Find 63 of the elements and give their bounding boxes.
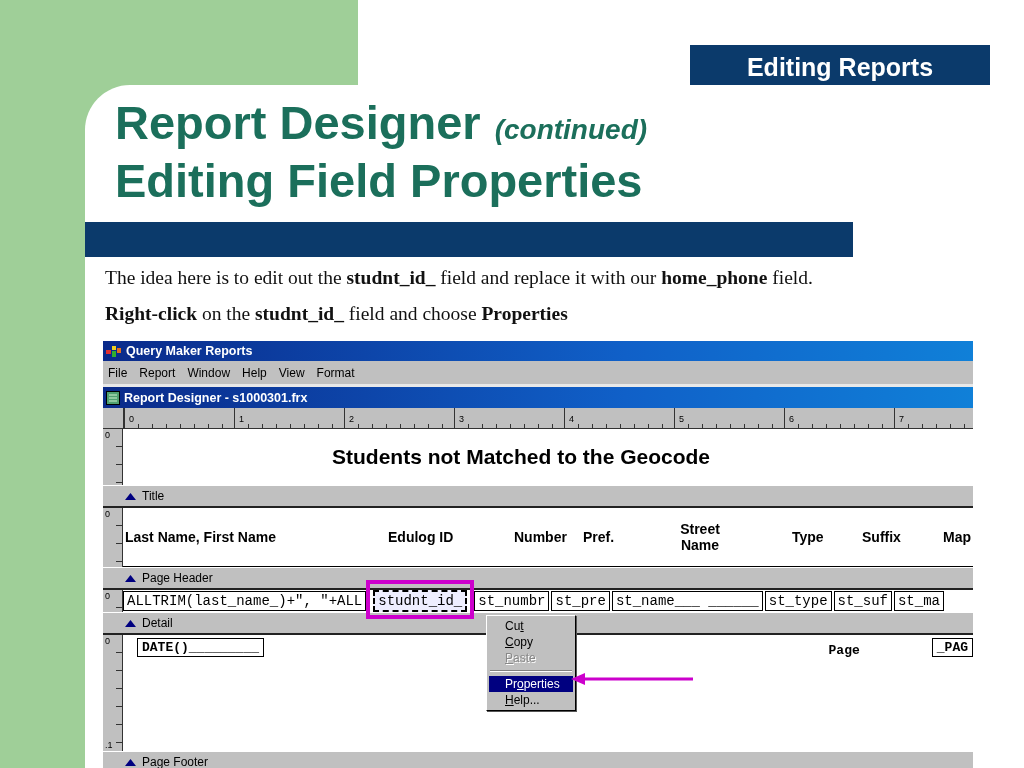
- report-field[interactable]: ALLTRIM(last_name_)+", "+ALL: [123, 591, 367, 611]
- report-field[interactable]: st_type: [764, 591, 832, 611]
- ruler-number: 0: [104, 429, 111, 441]
- column-label: Type: [792, 529, 825, 545]
- window-title: Report Designer - s1000301.frx: [124, 390, 308, 405]
- ruler-number: 1: [239, 414, 244, 424]
- ruler-number: 2: [349, 414, 354, 424]
- triangle-icon[interactable]: [125, 492, 136, 500]
- window-title: Query Maker Reports: [126, 344, 253, 358]
- report-field[interactable]: st_numbr: [474, 591, 550, 611]
- ruler-number: 5: [679, 414, 684, 424]
- ruler-number: 0: [104, 590, 111, 602]
- ruler-number: 0: [104, 635, 111, 647]
- triangle-icon[interactable]: [125, 574, 136, 582]
- app-icon: [106, 345, 122, 357]
- report-label: Page: [828, 643, 860, 658]
- ruler-number: .1: [104, 739, 114, 751]
- slide-subtitle: Editing Field Properties: [115, 155, 643, 206]
- column-label: Last Name, First Name: [125, 529, 277, 545]
- triangle-icon[interactable]: [125, 758, 136, 766]
- report-field[interactable]: _PAG: [931, 638, 973, 657]
- band-label: Title: [142, 489, 165, 503]
- report-field[interactable]: st_name___ ______: [611, 591, 763, 611]
- menu-item[interactable]: Format: [316, 365, 355, 380]
- band-bar[interactable]: Title: [103, 485, 973, 508]
- instruction-text: Right-click on the studnt_id_ field and choose Properties: [105, 303, 568, 324]
- band-label: Detail: [142, 616, 173, 630]
- report-field[interactable]: DATE()_________: [137, 638, 265, 657]
- ruler-number: 4: [569, 414, 574, 424]
- menu-item[interactable]: File: [108, 365, 128, 380]
- ruler-number: 0: [129, 414, 134, 424]
- band-bar[interactable]: Page Footer: [103, 751, 973, 768]
- column-label: Pref.: [583, 529, 616, 545]
- band-bar[interactable]: Page Header: [103, 567, 973, 590]
- context-menu-item[interactable]: Properties: [489, 676, 573, 692]
- report-field[interactable]: st_ma: [893, 591, 944, 611]
- menu-item[interactable]: Help: [242, 365, 267, 380]
- title-note: (continued): [494, 113, 648, 147]
- column-label: Map: [943, 529, 972, 545]
- report-field[interactable]: st_suf: [833, 591, 892, 611]
- menu-item[interactable]: Report: [139, 365, 176, 380]
- context-menu-item[interactable]: Copy: [489, 634, 573, 650]
- band-label: Page Footer: [142, 755, 209, 768]
- report-field[interactable]: studnt_id_: [373, 590, 468, 612]
- document-icon: [106, 390, 120, 405]
- band-label: Page Header: [142, 571, 213, 585]
- slide-title: Report Designer: [115, 97, 481, 148]
- triangle-icon[interactable]: [125, 619, 136, 627]
- ruler-number: 0: [104, 508, 111, 520]
- ruler-number: 6: [789, 414, 794, 424]
- column-label: Number: [514, 529, 568, 545]
- column-label: Street Name: [679, 521, 721, 553]
- context-menu-item[interactable]: Cut: [489, 618, 573, 634]
- column-label: Suffix: [862, 529, 902, 545]
- column-label: Edulog ID: [388, 529, 455, 545]
- report-title: Students not Matched to the Geocode: [332, 445, 710, 469]
- instruction-text: The idea here is to edit out the studnt_id_ field and replace it with our home_phone field.: [105, 267, 813, 288]
- ruler-number: 7: [899, 414, 904, 424]
- report-field[interactable]: st_pre: [551, 591, 610, 611]
- ruler-number: 3: [459, 414, 464, 424]
- menu-item[interactable]: Window: [187, 365, 231, 380]
- context-menu-item[interactable]: Help...: [489, 692, 573, 708]
- menu-item[interactable]: View: [278, 365, 305, 380]
